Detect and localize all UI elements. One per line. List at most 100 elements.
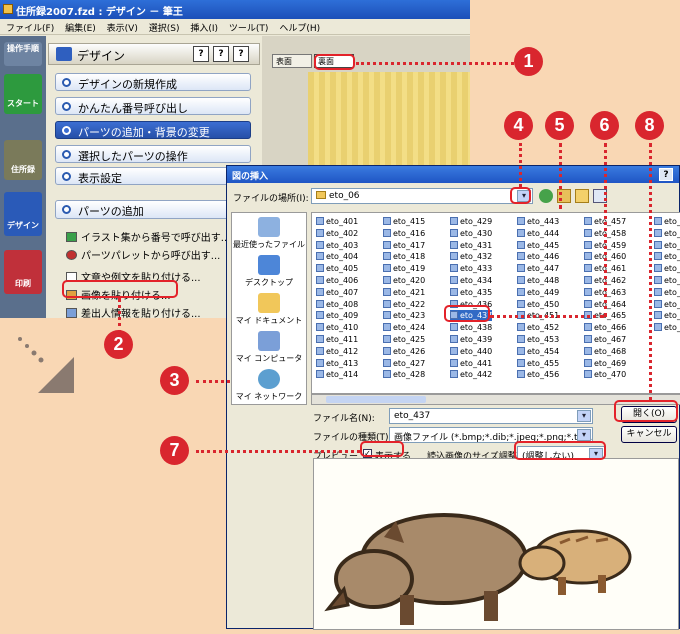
file-item[interactable]: eto_402 — [316, 228, 358, 239]
side-tab-design[interactable]: デザイン — [4, 192, 42, 236]
filename-input[interactable]: eto_437 ▾ — [389, 408, 593, 424]
file-item[interactable]: eto_453 — [517, 334, 559, 345]
file-item[interactable]: eto_467 — [584, 334, 626, 345]
file-item[interactable]: eto_455 — [517, 358, 559, 369]
sub-item-illustration[interactable]: イラスト集から番号で呼び出す... — [66, 229, 230, 244]
file-item[interactable]: eto_410 — [316, 322, 358, 333]
file-item[interactable]: eto_445 — [517, 240, 559, 251]
file-item[interactable]: eto_418 — [383, 251, 425, 262]
menu-insert[interactable]: 挿入(I) — [190, 24, 218, 34]
file-item[interactable]: eto_ — [654, 228, 680, 239]
file-item[interactable]: eto_413 — [316, 358, 358, 369]
file-item[interactable]: eto_412 — [316, 346, 358, 357]
file-item[interactable]: eto_427 — [383, 358, 425, 369]
help-button-3[interactable]: ? — [233, 46, 249, 62]
file-item[interactable]: eto_409 — [316, 310, 358, 321]
file-item[interactable]: eto_ — [654, 322, 680, 333]
chevron-down-icon[interactable]: ▾ — [577, 429, 591, 441]
sub-item-sender[interactable]: 差出人情報を貼り付ける... — [66, 305, 201, 318]
file-item[interactable]: eto_416 — [383, 228, 425, 239]
file-item[interactable]: eto_466 — [584, 322, 626, 333]
file-item[interactable]: eto_419 — [383, 263, 425, 274]
file-item[interactable]: eto_403 — [316, 240, 358, 251]
nav-new-design[interactable]: デザインの新規作成 — [55, 73, 251, 91]
dialog-help-button[interactable]: ? — [659, 168, 673, 181]
file-item[interactable]: eto_ — [654, 287, 680, 298]
side-tab-print[interactable]: 印刷 — [4, 250, 42, 294]
file-item[interactable]: eto_429 — [450, 216, 492, 227]
menu-tools[interactable]: ツール(T) — [229, 24, 269, 34]
file-item[interactable]: eto_441 — [450, 358, 492, 369]
file-item[interactable]: eto_ — [654, 240, 680, 251]
file-item[interactable]: eto_469 — [584, 358, 626, 369]
file-item[interactable]: eto_ — [654, 275, 680, 286]
file-item[interactable]: eto_442 — [450, 369, 492, 380]
side-tab-start[interactable]: スタート — [4, 74, 42, 114]
file-item[interactable]: eto_ — [654, 299, 680, 310]
file-item[interactable]: eto_411 — [316, 334, 358, 345]
file-item[interactable]: eto_447 — [517, 263, 559, 274]
file-item[interactable]: eto_439 — [450, 334, 492, 345]
file-item[interactable]: eto_426 — [383, 346, 425, 357]
scroll-thumb[interactable] — [326, 396, 426, 403]
file-item[interactable]: eto_452 — [517, 322, 559, 333]
file-item[interactable]: eto_454 — [517, 346, 559, 357]
new-folder-icon[interactable] — [575, 189, 589, 203]
file-item[interactable]: eto_406 — [316, 275, 358, 286]
place-desktop[interactable]: デスクトップ — [232, 255, 306, 288]
file-item[interactable]: eto_431 — [450, 240, 492, 251]
nav-selected-parts[interactable]: 選択したパーツの操作 — [55, 145, 251, 163]
file-item[interactable]: eto_405 — [316, 263, 358, 274]
nav-add-parts[interactable]: パーツの追加・背景の変更 — [55, 121, 251, 139]
file-item[interactable]: eto_ — [654, 216, 680, 227]
file-item[interactable]: eto_440 — [450, 346, 492, 357]
file-item[interactable]: eto_428 — [383, 369, 425, 380]
file-item[interactable]: eto_430 — [450, 228, 492, 239]
file-item[interactable]: eto_407 — [316, 287, 358, 298]
menu-select[interactable]: 選択(S) — [149, 24, 180, 34]
place-recent[interactable]: 最近使ったファイル — [232, 217, 306, 250]
nav-number-call[interactable]: かんたん番号呼び出し — [55, 97, 251, 115]
file-item[interactable]: eto_ — [654, 251, 680, 262]
file-item[interactable]: eto_438 — [450, 322, 492, 333]
file-item[interactable]: eto_456 — [517, 369, 559, 380]
menu-file[interactable]: ファイル(F) — [6, 24, 54, 34]
file-item[interactable]: eto_420 — [383, 275, 425, 286]
file-item[interactable]: eto_415 — [383, 216, 425, 227]
chevron-down-icon[interactable]: ▾ — [577, 410, 591, 422]
file-item[interactable]: eto_450 — [517, 299, 559, 310]
place-computer[interactable]: マイ コンピュータ — [232, 331, 306, 364]
file-item[interactable]: eto_423 — [383, 310, 425, 321]
file-item[interactable]: eto_444 — [517, 228, 559, 239]
file-item[interactable]: eto_435 — [450, 287, 492, 298]
file-item[interactable]: eto_449 — [517, 287, 559, 298]
menu-view[interactable]: 表示(V) — [107, 24, 138, 34]
file-item[interactable]: eto_432 — [450, 251, 492, 262]
file-item[interactable]: eto_ — [654, 263, 680, 274]
file-item[interactable]: eto_404 — [316, 251, 358, 262]
sub-item-palette[interactable]: パーツパレットから呼び出す... — [66, 247, 220, 262]
file-item[interactable]: eto_414 — [316, 369, 358, 380]
file-item[interactable]: eto_446 — [517, 251, 559, 262]
file-item[interactable]: eto_417 — [383, 240, 425, 251]
file-item[interactable]: eto_448 — [517, 275, 559, 286]
file-item[interactable]: eto_424 — [383, 322, 425, 333]
tab-front[interactable]: 表面 — [272, 54, 312, 68]
back-icon[interactable] — [539, 189, 553, 203]
side-tab-address[interactable]: 住所録 — [4, 140, 42, 180]
help-button-2[interactable]: ? — [213, 46, 229, 62]
help-button-1[interactable]: ? — [193, 46, 209, 62]
location-select[interactable]: eto_06 ▾ — [311, 188, 533, 204]
file-item[interactable]: eto_408 — [316, 299, 358, 310]
side-tab-steps[interactable]: 操作手順 — [4, 42, 42, 66]
cancel-button[interactable]: キャンセル — [621, 426, 677, 443]
file-item[interactable]: eto_ — [654, 310, 680, 321]
sub-header-add-parts[interactable]: パーツの追加 — [55, 200, 251, 219]
file-list[interactable]: eto_401 eto_402 eto_403 eto_404 eto_405 eto_4… — [311, 212, 680, 394]
file-item[interactable]: eto_401 — [316, 216, 358, 227]
file-item[interactable]: eto_425 — [383, 334, 425, 345]
file-item[interactable]: eto_434 — [450, 275, 492, 286]
menu-edit[interactable]: 編集(E) — [65, 24, 96, 34]
file-item[interactable]: eto_422 — [383, 299, 425, 310]
file-item[interactable]: eto_433 — [450, 263, 492, 274]
